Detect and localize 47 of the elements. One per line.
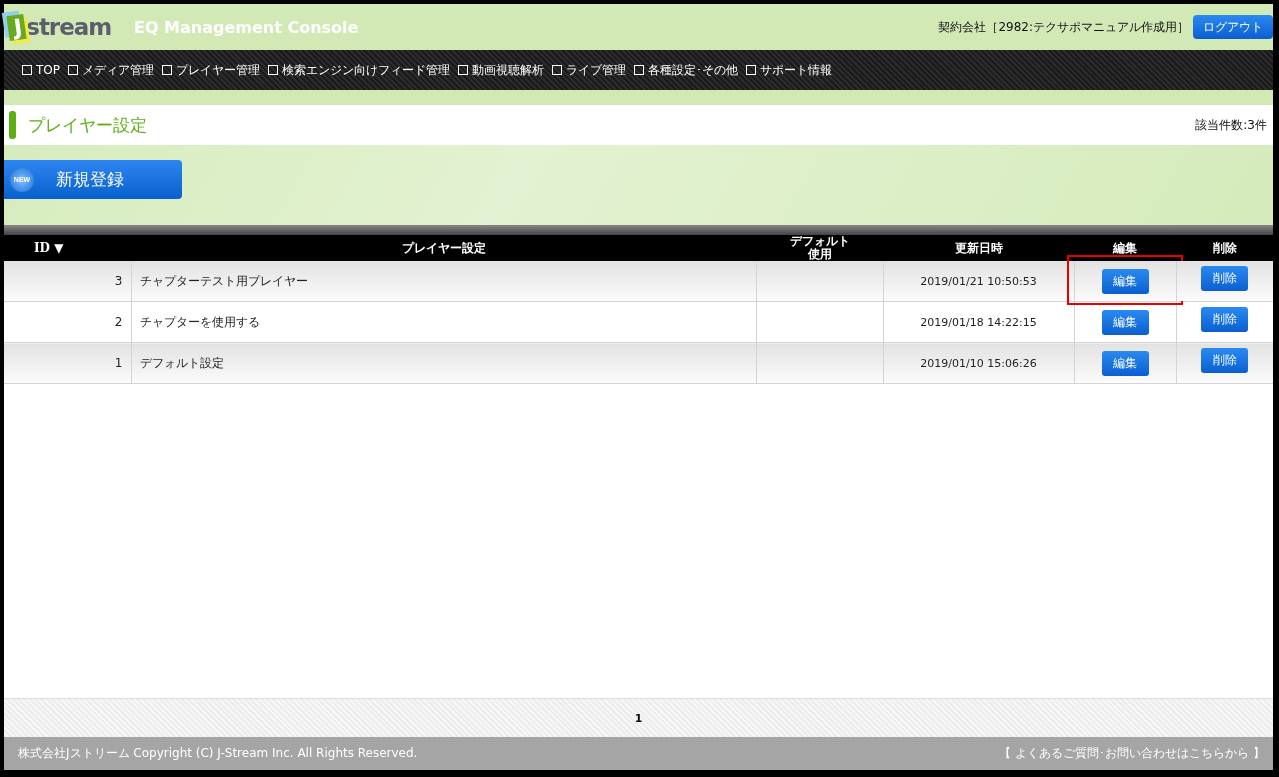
checkbox-icon (458, 65, 468, 75)
checkbox-icon (552, 65, 562, 75)
nav-link[interactable]: サポート情報 (746, 61, 832, 79)
delete-button[interactable]: 削除 (1201, 348, 1249, 373)
checkbox-icon (162, 65, 172, 75)
nav-link[interactable]: 動画視聴解析 (458, 61, 544, 79)
edit-button[interactable]: 編集 (1101, 350, 1149, 376)
nav-link[interactable]: TOP (22, 63, 60, 77)
page-title: プレイヤー設定 (28, 113, 147, 137)
result-count: 該当件数:3件 (1195, 116, 1267, 134)
delete-button[interactable]: 削除 (1201, 307, 1249, 332)
table-cell: 2019/01/21 10:50:53 (883, 261, 1074, 302)
nav-link[interactable]: 検索エンジン向けフィード管理 (268, 61, 450, 79)
checkbox-icon (746, 65, 756, 75)
nav-link[interactable]: 各種設定･その他 (634, 61, 738, 79)
table-cell: 2019/01/18 14:22:15 (883, 301, 1074, 343)
table-cell: 3 (4, 261, 131, 302)
edit-button[interactable]: 編集 (1101, 268, 1149, 294)
column-header: 削除 (1212, 241, 1237, 255)
checkbox-icon (268, 65, 278, 75)
page-link[interactable]: 1 (634, 711, 643, 725)
table-cell: チャプターテスト用プレイヤー (131, 261, 756, 302)
app-title: EQ Management Console (134, 17, 359, 37)
logout-button[interactable]: ログアウト (1193, 15, 1273, 39)
column-header: プレイヤー設定 (401, 241, 486, 255)
table-cell: チャプターを使用する (131, 301, 756, 343)
nav-link[interactable]: ライブ管理 (552, 61, 626, 79)
column-header: デフォルト (789, 235, 850, 248)
table-cell: デフォルト設定 (131, 342, 756, 384)
logo-text: stream (26, 14, 112, 40)
account-label: 契約会社［2982:テクサポマニュアル作成用］ (938, 18, 1189, 36)
checkbox-icon (22, 65, 32, 75)
column-header: 使用 (807, 248, 832, 261)
copyright-text: 株式会社Jストリーム Copyright (C) J-Stream Inc. All Rights Reserved. (18, 745, 418, 762)
nav-link[interactable]: メディア管理 (68, 61, 154, 79)
nav-link[interactable]: プレイヤー管理 (162, 61, 260, 79)
title-accent (9, 111, 16, 139)
delete-button[interactable]: 削除 (1201, 266, 1249, 291)
checkbox-icon (68, 65, 78, 75)
column-header[interactable]: ID ▼ (34, 241, 64, 255)
column-header: 編集 (1113, 241, 1137, 255)
table-cell: 1 (4, 342, 131, 384)
column-header: 更新日時 (954, 241, 1003, 255)
table-cell: 2019/01/10 15:06:26 (883, 342, 1074, 384)
edit-button[interactable]: 編集 (1101, 309, 1149, 335)
checkbox-icon (634, 65, 644, 75)
table-cell: 2 (4, 301, 131, 343)
